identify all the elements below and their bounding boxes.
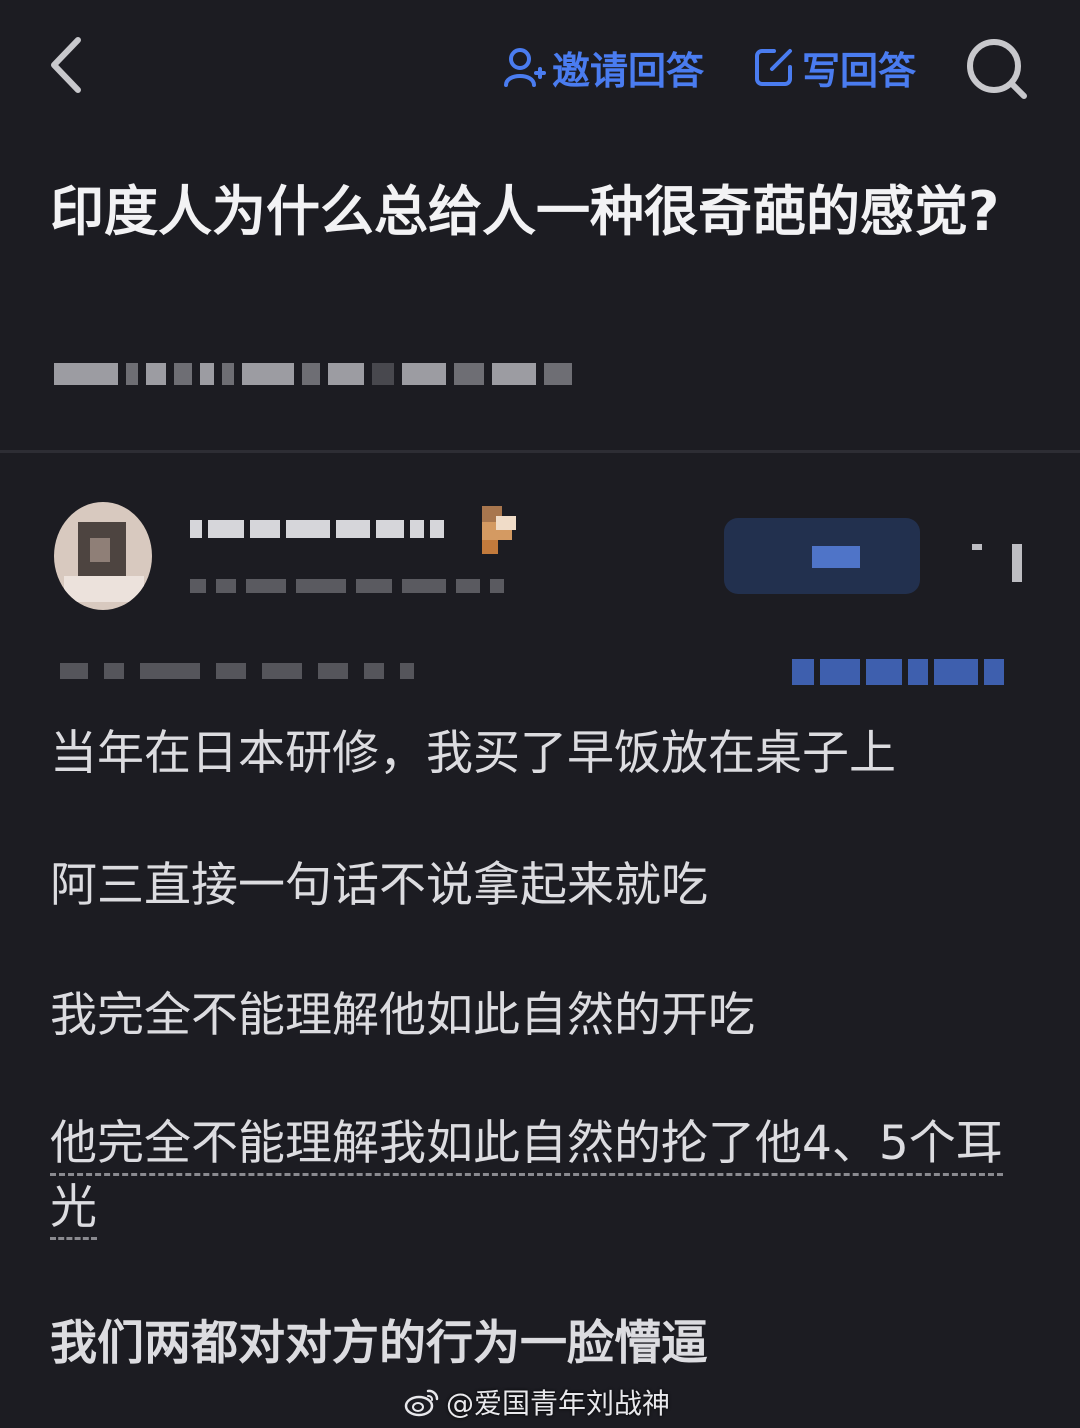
search-button[interactable]	[962, 34, 1032, 104]
follow-button[interactable]	[724, 518, 920, 594]
answer-paragraph-underlined[interactable]: 他完全不能理解我如此自然的抡了他4、5个耳光	[50, 1112, 1040, 1240]
answer-paragraph-bold: 我们两都对对方的行为一脸懵逼	[50, 1316, 708, 1371]
chevron-left-icon	[51, 37, 81, 93]
write-answer-button[interactable]: 写回答	[752, 40, 916, 94]
back-button[interactable]	[40, 30, 100, 100]
search-icon	[967, 39, 1027, 99]
answer-meta-obscured	[60, 648, 414, 694]
answer-meta-link-obscured[interactable]	[792, 652, 1004, 692]
invite-answer-button[interactable]: 邀请回答	[502, 40, 704, 94]
watermark: @爱国青年刘战神	[404, 1382, 670, 1422]
weibo-icon	[404, 1387, 440, 1417]
watermark-text: @爱国青年刘战神	[446, 1387, 671, 1420]
answer-paragraph: 阿三直接一句话不说拿起来就吃	[50, 858, 708, 913]
divider	[0, 450, 1080, 453]
underlined-text[interactable]: 他完全不能理解我如此自然的抡了他4、5个耳光	[50, 1116, 1003, 1240]
author-name-obscured[interactable]	[190, 508, 444, 550]
invite-answer-label: 邀请回答	[552, 48, 705, 93]
answer-paragraph: 当年在日本研修，我买了早饭放在桌子上	[50, 726, 896, 781]
more-options-button[interactable]	[968, 540, 1028, 586]
author-bio-obscured	[190, 570, 504, 602]
edit-icon	[752, 45, 796, 89]
question-meta-obscured	[54, 352, 572, 396]
avatar[interactable]	[54, 502, 152, 610]
answer-paragraph: 我完全不能理解他如此自然的开吃	[50, 988, 755, 1043]
person-add-icon	[502, 45, 546, 89]
top-bar: 邀请回答 写回答	[0, 0, 1080, 140]
question-title: 印度人为什么总给人一种很奇葩的感觉?	[50, 180, 1000, 243]
write-answer-label: 写回答	[802, 48, 917, 93]
author-badge-icon	[476, 506, 520, 556]
